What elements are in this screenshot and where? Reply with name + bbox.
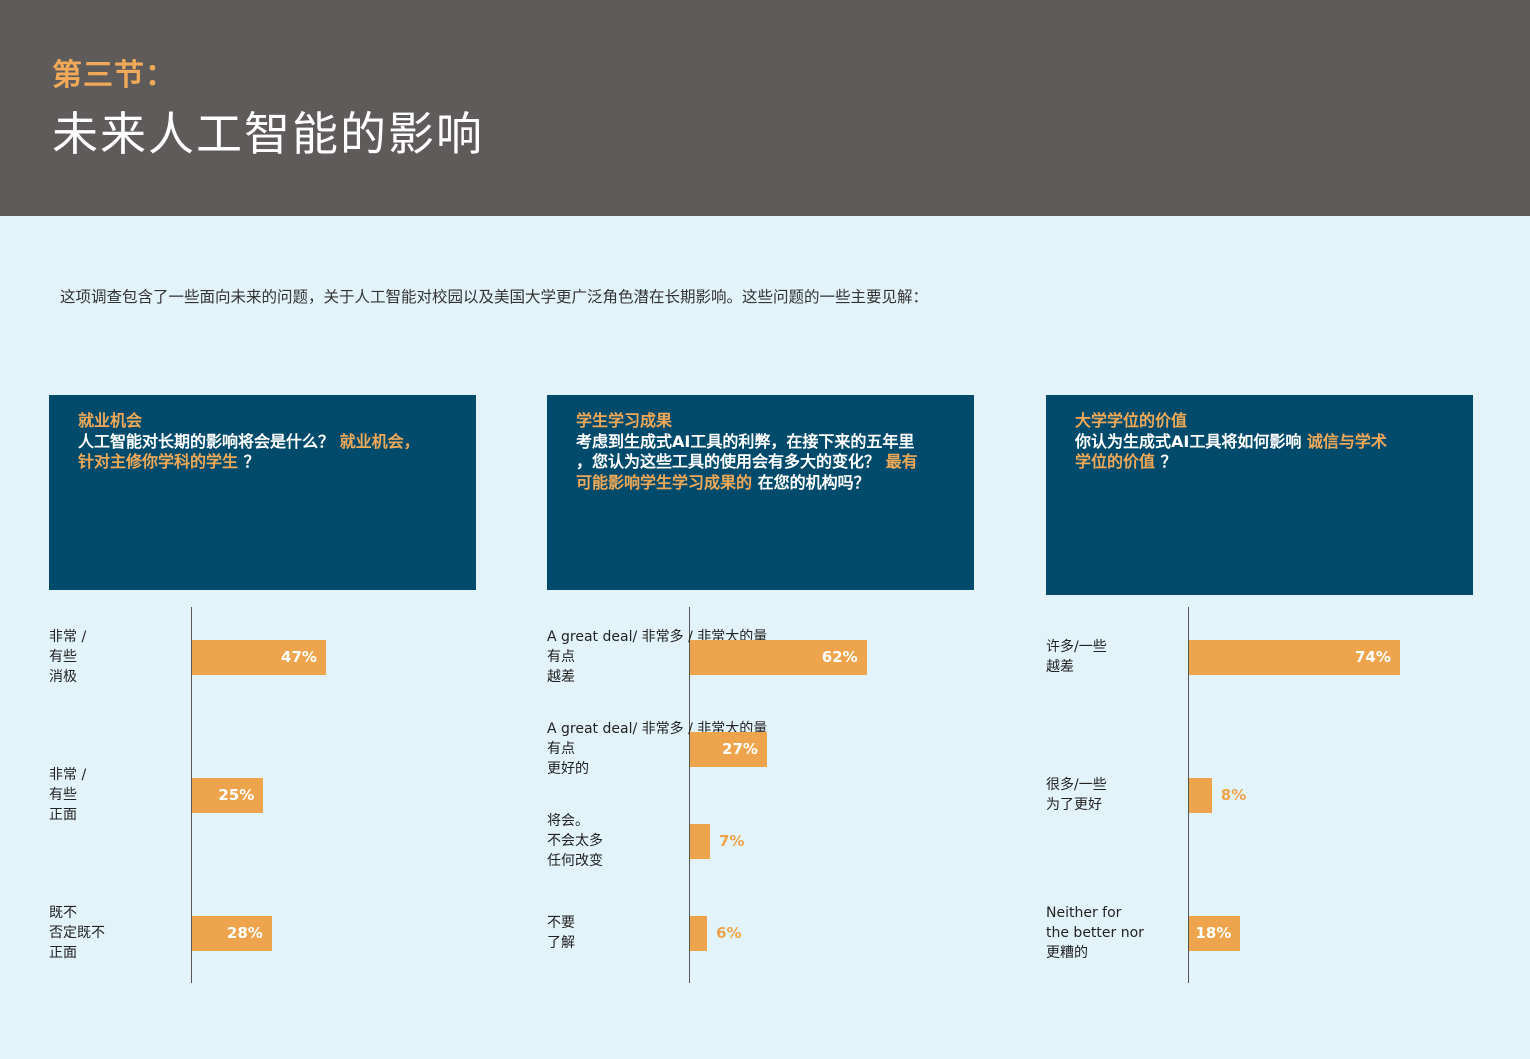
panel-question: 你认为生成式AI工具将如何影响 诚信与学术 学位的价值 ？ [1075,432,1455,473]
question-highlight: 诚信与学术 [1306,431,1387,451]
category-label-line: Neither for [1046,905,1122,921]
bar [690,915,708,951]
category-label-line: 很多/一些 [1046,777,1107,793]
section-title: 未来人工智能的影响 [52,107,484,161]
category-label-line: 有些 [49,787,77,803]
question-text: ？ [1160,452,1177,471]
category-label-line: 不会太多 [547,833,603,849]
panel-question: 考虑到生成式AI工具的利弊，在接下来的五年里 ，您认为这些工具的使用会有多大的变… [576,432,956,494]
category-label-line: 更糟的 [1046,945,1088,961]
category-label-line: 正面 [49,945,77,961]
category-label-line: 否定既不 [49,925,105,941]
bar [690,823,710,859]
question-panel-employment: 就业机会 人工智能对长期的影响将会是什么？ 就业机会， 针对主修你学科的学生 ？ [49,395,476,590]
value-label: 74% [1354,647,1391,666]
chart-degree-value: 许多/一些越差 74% 很多/一些为了更好 8% Neither for the bett… [1046,607,1476,983]
value-label: 47% [281,647,317,666]
category-label-line: 许多/一些 [1046,639,1107,655]
question-text: 人工智能对长期的影响将会是什么？ [78,431,335,451]
value-label: 8% [1220,785,1247,804]
question-text: ，您认为这些工具的使用会有多大的变化？ [576,452,881,471]
category-label: 既不 否定既不 正面 [49,903,105,963]
value-label: 27% [722,739,758,758]
category-label-line: 正面 [49,807,77,823]
question-text: 考虑到生成式AI工具的利弊，在接下来的五年里 [576,431,915,451]
question-text: ？ [243,452,260,471]
panel-question: 人工智能对长期的影响将会是什么？ 就业机会， 针对主修你学科的学生 ？ [78,432,458,473]
question-highlight: 就业机会， [339,431,420,451]
category-label: 非常 / 有些正面 [49,765,86,825]
bar [1189,777,1212,813]
category-label: 许多/一些越差 [1046,637,1107,677]
value-label: 7% [718,831,745,850]
question-panel-degree-value: 大学学位的价值 你认为生成式AI工具将如何影响 诚信与学术 学位的价值 ？ [1046,395,1473,595]
category-label-line: 任何改变 [547,853,603,869]
question-highlight: 针对主修你学科的学生 [78,452,239,471]
question-highlight: 可能影响学生学习成果的 [576,472,753,492]
panel-title: 大学学位的价值 [1075,411,1188,430]
panel-title: 就业机会 [78,411,143,430]
category-label-line: 越差 [1046,659,1074,675]
chart-employment: 非常 / 有些 消极 47% 非常 / 有些 正面 25% 既不 否定既不 正面 28% [49,607,479,983]
value-label: 25% [218,785,255,804]
panel-title: 学生学习成果 [576,411,673,430]
value-label: 6% [716,923,742,942]
category-label: 非常 / 有些消极 [49,627,86,687]
section-label: 第三节： [52,58,176,93]
question-highlight: 学位的价值 [1075,452,1156,471]
category-label-line: 将会。 [547,813,589,829]
question-highlight: 最有 [885,452,918,471]
category-label: 不要 了解 [547,913,575,953]
category-label-line: 非常 / [49,629,87,645]
category-label-line: the better nor [1046,925,1144,941]
question-panel-learning: 学生学习成果 考虑到生成式AI工具的利弊，在接下来的五年里 ，您认为这些工具的使… [547,395,974,590]
category-label-line: 既不 [49,905,77,921]
value-label: 28% [226,923,263,942]
category-label: 很多/一些为了更好 [1046,775,1107,815]
category-label: 将会。不会太多任何改变 [547,811,603,871]
category-label-line: 有些 [49,649,77,665]
section-header: 第三节： 未来人工智能的影响 [0,0,1530,216]
question-text: 在您的机构吗？ [757,472,870,492]
category-label-line: 不要 [547,915,575,931]
category-label-line: 消极 [49,669,77,685]
category-label: Neither for the better nor 更糟的 [1046,903,1144,963]
category-label-line: 为了更好 [1046,797,1102,813]
value-label: 18% [1195,923,1232,942]
category-label-line: 了解 [547,935,575,951]
question-text: 你认为生成式AI工具将如何影响 [1075,431,1302,451]
chart-learning: A great deal/ 非常多 / 非常大的量 有点 越差 62% A great … [547,607,977,983]
category-label-line: 非常 / [49,767,87,783]
value-label: 62% [821,647,858,666]
intro-text: 这项调查包含了一些面向未来的问题，关于人工智能对校园以及美国大学更广泛角色潜在长… [60,288,929,306]
